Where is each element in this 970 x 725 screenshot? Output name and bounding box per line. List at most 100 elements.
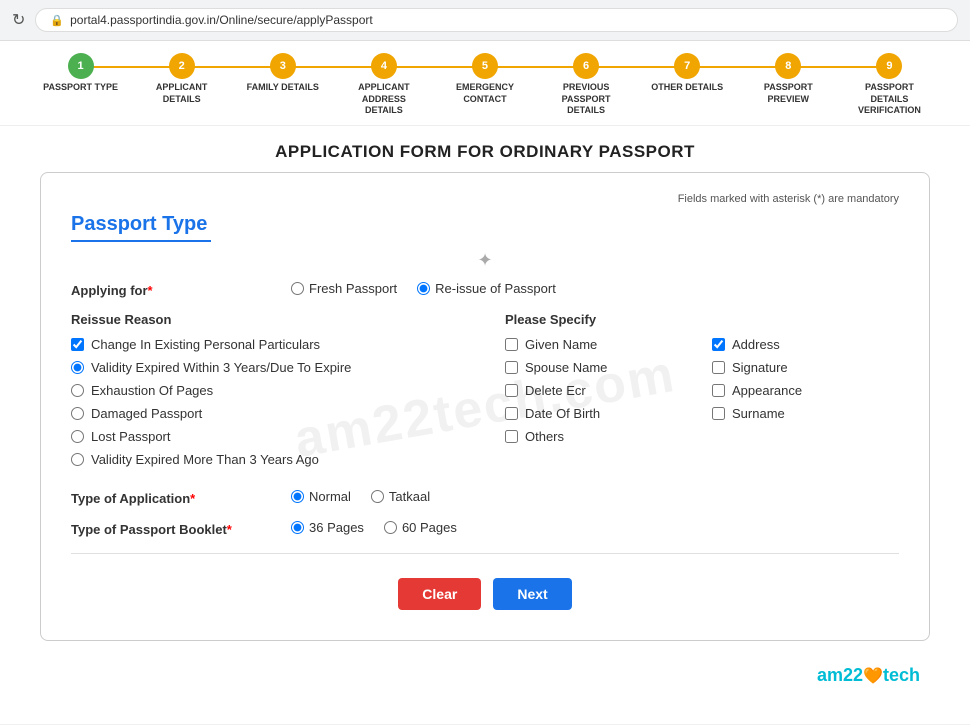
specify-grid: Given Name Address Spouse Name Sign xyxy=(505,337,899,452)
60pages-label: 60 Pages xyxy=(402,520,457,535)
36pages-radio[interactable] xyxy=(291,521,304,534)
step-9[interactable]: 9 PASSPORT DETAILS VERIFICATION xyxy=(839,53,940,117)
exhaustion-item[interactable]: Exhaustion Of Pages xyxy=(71,383,465,398)
step-circle-8: 8 xyxy=(775,53,801,79)
signature-item[interactable]: Signature xyxy=(712,360,899,375)
step-3[interactable]: 3 FAMILY DETAILS xyxy=(232,53,333,94)
form-divider xyxy=(71,553,899,554)
others-checkbox[interactable] xyxy=(505,430,518,443)
browser-chrome: ↻ 🔒 portal4.passportindia.gov.in/Online/… xyxy=(0,0,970,41)
lock-icon: 🔒 xyxy=(50,14,64,27)
signature-checkbox[interactable] xyxy=(712,361,725,374)
exhaustion-radio[interactable] xyxy=(71,384,84,397)
spouse-name-item[interactable]: Spouse Name xyxy=(505,360,692,375)
reissue-reason-col: Reissue Reason Change In Existing Person… xyxy=(71,312,485,475)
step-circle-6: 6 xyxy=(573,53,599,79)
form-card: am22tech.com Fields marked with asterisk… xyxy=(40,172,930,641)
compass-icon: ✦ xyxy=(71,250,899,271)
given-name-item[interactable]: Given Name xyxy=(505,337,692,352)
step-label-9: PASSPORT DETAILS VERIFICATION xyxy=(849,82,929,117)
fresh-passport-label: Fresh Passport xyxy=(309,281,397,296)
normal-label: Normal xyxy=(309,489,351,504)
reissue-passport-label: Re-issue of Passport xyxy=(435,281,556,296)
others-item[interactable]: Others xyxy=(505,429,692,444)
step-circle-9: 9 xyxy=(876,53,902,79)
progress-stepper: 1 PASSPORT TYPE 2APPLICANT DETAILS 3 FAMILY … xyxy=(0,41,970,126)
refresh-icon[interactable]: ↻ xyxy=(12,10,25,30)
step-8[interactable]: 8 PASSPORT PREVIEW xyxy=(738,53,839,105)
step-circle-1: 1 xyxy=(68,53,94,79)
step-5[interactable]: 5EMERGENCY CONTACT xyxy=(434,53,535,105)
spouse-name-checkbox[interactable] xyxy=(505,361,518,374)
appearance-label: Appearance xyxy=(732,383,802,398)
lost-radio[interactable] xyxy=(71,430,84,443)
validity-expired-more-radio[interactable] xyxy=(71,453,84,466)
given-name-checkbox[interactable] xyxy=(505,338,518,351)
change-particulars-item[interactable]: Change In Existing Personal Particulars xyxy=(71,337,465,352)
step-circle-7: 7 xyxy=(674,53,700,79)
address-bar[interactable]: 🔒 portal4.passportindia.gov.in/Online/se… xyxy=(35,8,958,32)
address-checkbox[interactable] xyxy=(712,338,725,351)
tatkaal-label: Tatkaal xyxy=(389,489,430,504)
step-label-1: PASSPORT TYPE xyxy=(43,82,118,94)
reissue-passport-option[interactable]: Re-issue of Passport xyxy=(417,281,556,296)
reissue-passport-radio[interactable] xyxy=(417,282,430,295)
step-label-7: OTHER DETAILS xyxy=(651,82,723,94)
tatkaal-radio[interactable] xyxy=(371,490,384,503)
60pages-radio[interactable] xyxy=(384,521,397,534)
validity-expired-3-item[interactable]: Validity Expired Within 3 Years/Due To E… xyxy=(71,360,465,375)
address-item[interactable]: Address xyxy=(712,337,899,352)
step-label-3: FAMILY DETAILS xyxy=(247,82,319,94)
section-title: Passport Type xyxy=(71,213,899,236)
appearance-checkbox[interactable] xyxy=(712,384,725,397)
change-particulars-checkbox[interactable] xyxy=(71,338,84,351)
required-marker: * xyxy=(148,283,153,298)
delete-ecr-item[interactable]: Delete Ecr xyxy=(505,383,692,398)
step-label-6: PREVIOUS PASSPORT DETAILS xyxy=(546,82,626,117)
normal-option[interactable]: Normal xyxy=(291,489,351,504)
two-col-section: Reissue Reason Change In Existing Person… xyxy=(71,312,899,475)
brand-emoji: 🧡 xyxy=(863,668,883,685)
validity-expired-3-radio[interactable] xyxy=(71,361,84,374)
brand-footer: am22🧡tech xyxy=(0,661,970,694)
normal-radio[interactable] xyxy=(291,490,304,503)
type-of-booklet-options: 36 Pages 60 Pages xyxy=(291,520,457,535)
step-label-4: APPLICANT ADDRESS DETAILS xyxy=(344,82,424,117)
step-6[interactable]: 6 PREVIOUS PASSPORT DETAILS xyxy=(536,53,637,117)
next-button[interactable]: Next xyxy=(493,578,571,610)
36pages-option[interactable]: 36 Pages xyxy=(291,520,364,535)
step-2[interactable]: 2APPLICANT DETAILS xyxy=(131,53,232,105)
delete-ecr-label: Delete Ecr xyxy=(525,383,586,398)
clear-button[interactable]: Clear xyxy=(398,578,481,610)
fresh-passport-option[interactable]: Fresh Passport xyxy=(291,281,397,296)
delete-ecr-checkbox[interactable] xyxy=(505,384,518,397)
step-circle-4: 4 xyxy=(371,53,397,79)
step-circle-3: 3 xyxy=(270,53,296,79)
section-divider xyxy=(71,240,211,242)
damaged-radio[interactable] xyxy=(71,407,84,420)
lost-label: Lost Passport xyxy=(91,429,171,444)
validity-expired-3-label: Validity Expired Within 3 Years/Due To E… xyxy=(91,360,351,375)
step-4[interactable]: 4 APPLICANT ADDRESS DETAILS xyxy=(333,53,434,117)
60pages-option[interactable]: 60 Pages xyxy=(384,520,457,535)
tatkaal-option[interactable]: Tatkaal xyxy=(371,489,430,504)
damaged-item[interactable]: Damaged Passport xyxy=(71,406,465,421)
signature-label: Signature xyxy=(732,360,788,375)
step-label-5: EMERGENCY CONTACT xyxy=(445,82,525,105)
validity-expired-more-item[interactable]: Validity Expired More Than 3 Years Ago xyxy=(71,452,465,467)
surname-item[interactable]: Surname xyxy=(712,406,899,421)
36pages-label: 36 Pages xyxy=(309,520,364,535)
reissue-reason-title: Reissue Reason xyxy=(71,312,465,327)
applying-for-options: Fresh Passport Re-issue of Passport xyxy=(291,281,556,296)
step-label-8: PASSPORT PREVIEW xyxy=(748,82,828,105)
date-of-birth-label: Date Of Birth xyxy=(525,406,600,421)
fresh-passport-radio[interactable] xyxy=(291,282,304,295)
lost-item[interactable]: Lost Passport xyxy=(71,429,465,444)
step-1[interactable]: 1 PASSPORT TYPE xyxy=(30,53,131,94)
date-of-birth-item[interactable]: Date Of Birth xyxy=(505,406,692,421)
step-7[interactable]: 7 OTHER DETAILS xyxy=(637,53,738,94)
appearance-item[interactable]: Appearance xyxy=(712,383,899,398)
given-name-label: Given Name xyxy=(525,337,597,352)
date-of-birth-checkbox[interactable] xyxy=(505,407,518,420)
surname-checkbox[interactable] xyxy=(712,407,725,420)
